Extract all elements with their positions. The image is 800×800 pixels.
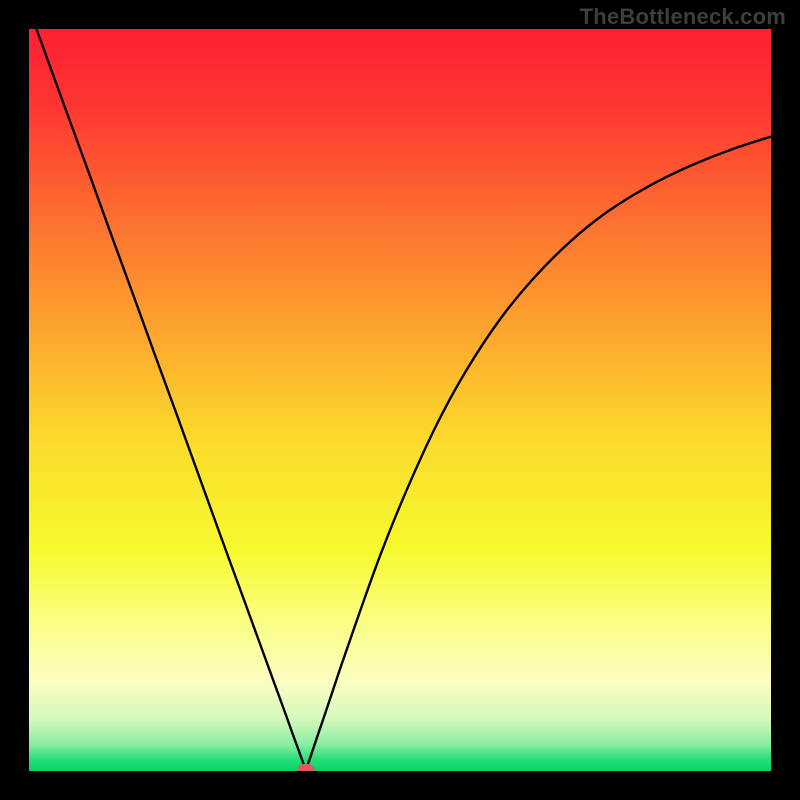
- chart-frame: TheBottleneck.com: [0, 0, 800, 800]
- bottleneck-chart: [29, 29, 771, 771]
- watermark-text: TheBottleneck.com: [580, 4, 786, 30]
- plot-area: [29, 29, 771, 771]
- gradient-background: [29, 29, 771, 771]
